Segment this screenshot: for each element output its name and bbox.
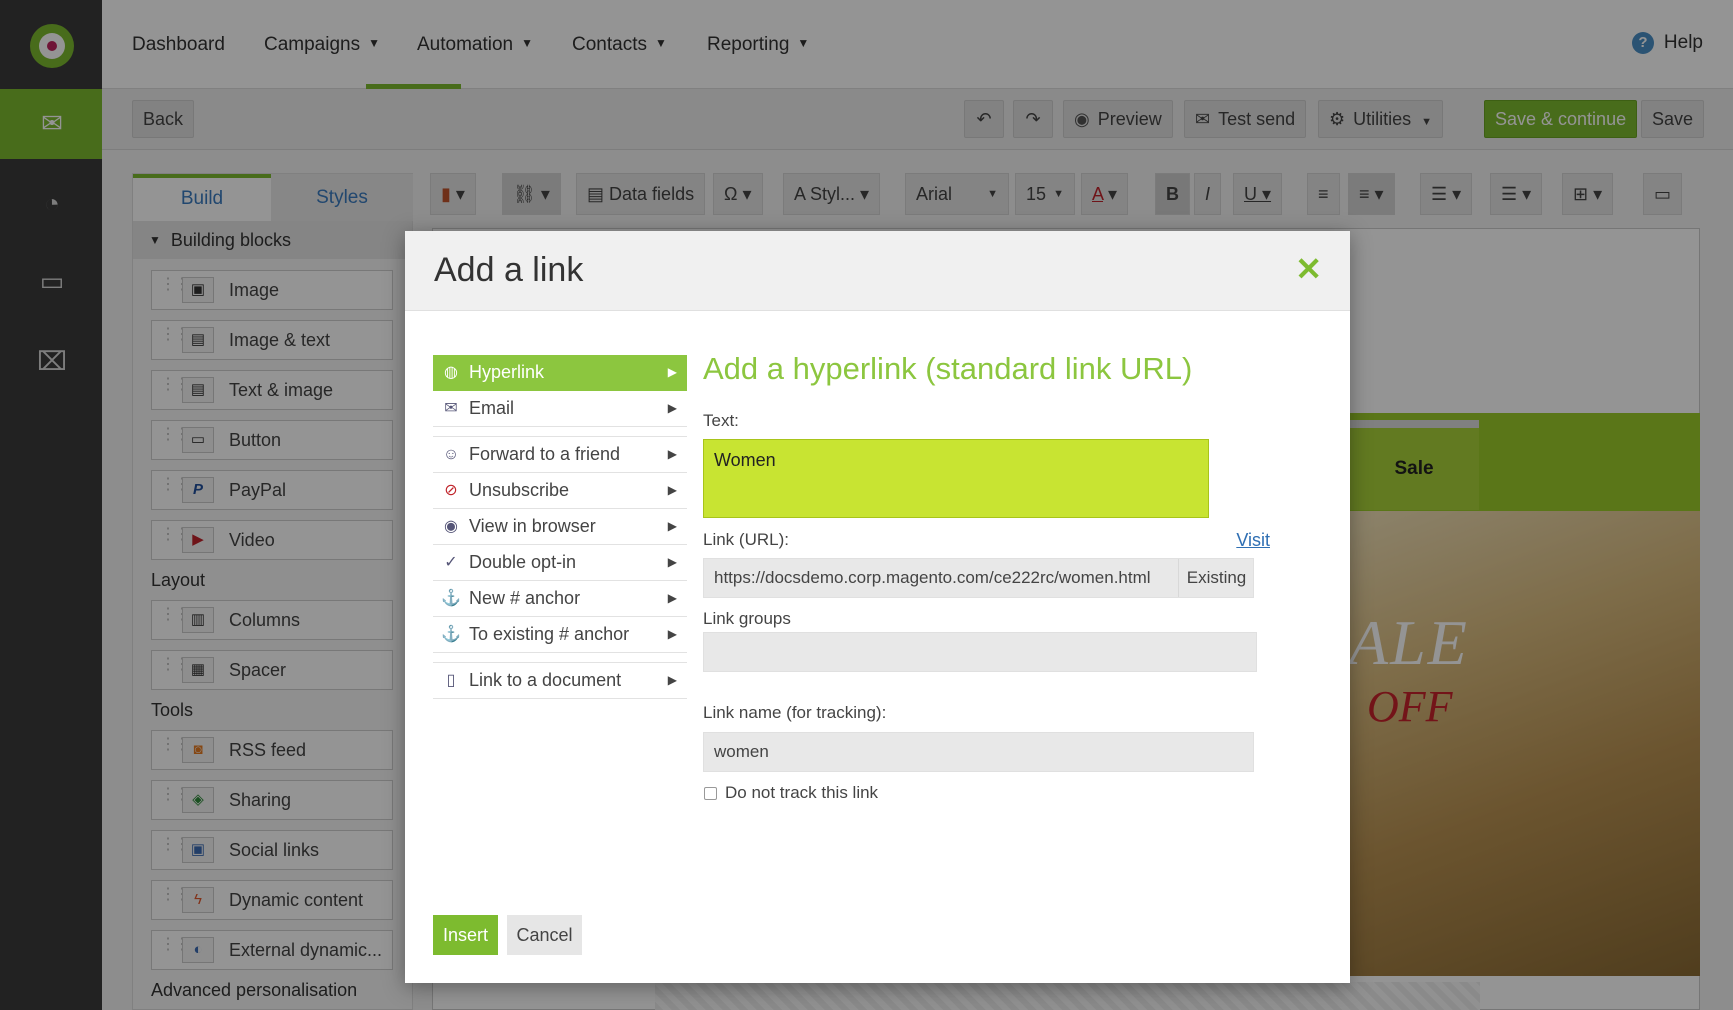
email-icon: ✉	[444, 400, 458, 417]
link-name-input[interactable]: women	[703, 732, 1254, 772]
link-text-input[interactable]: Women	[703, 439, 1209, 518]
person-forward-icon: ☺	[442, 446, 460, 463]
arrow-right-icon: ▶	[667, 483, 677, 497]
double-opt-in-icon: ✓	[444, 554, 458, 571]
do-not-track-label: Do not track this link	[725, 783, 879, 802]
do-not-track-checkbox[interactable]	[704, 787, 717, 800]
globe-icon: ◍	[444, 364, 458, 381]
arrow-right-icon: ▶	[667, 519, 677, 533]
dialog-title: Add a link	[434, 251, 584, 289]
document-icon: ▯	[446, 672, 456, 689]
arrow-right-icon: ▶	[667, 555, 677, 569]
link-name-label: Link name (for tracking):	[703, 703, 887, 722]
arrow-right-icon: ▶	[667, 627, 677, 641]
arrow-right-icon: ▶	[667, 365, 677, 379]
unsubscribe-icon: ⊘	[444, 482, 458, 499]
anchor-link-icon: ⚓	[441, 626, 461, 643]
text-label: Text:	[703, 411, 739, 430]
arrow-right-icon: ▶	[667, 673, 677, 687]
url-input[interactable]: https://docsdemo.corp.magento.com/ce222r…	[703, 558, 1254, 598]
existing-button[interactable]: Existing	[1178, 559, 1253, 597]
menu-hyperlink[interactable]: ◍ Hyperlink ▶	[433, 355, 687, 391]
form-heading: Add a hyperlink (standard link URL)	[703, 351, 1193, 386]
anchor-icon: ⚓	[441, 590, 461, 607]
menu-existing-anchor[interactable]: ⚓ To existing # anchor ▶	[433, 617, 687, 653]
url-label: Link (URL):	[703, 530, 789, 549]
insert-button[interactable]: Insert	[433, 915, 498, 955]
menu-email[interactable]: ✉ Email ▶	[433, 391, 687, 427]
browser-eye-icon: ◉	[444, 518, 458, 535]
menu-forward-to-friend[interactable]: ☺ Forward to a friend ▶	[433, 437, 687, 473]
arrow-right-icon: ▶	[667, 447, 677, 461]
menu-view-in-browser[interactable]: ◉ View in browser ▶	[433, 509, 687, 545]
link-groups-input[interactable]	[703, 632, 1257, 672]
visit-link[interactable]: Visit	[1236, 530, 1270, 551]
menu-link-to-document[interactable]: ▯ Link to a document ▶	[433, 663, 687, 699]
menu-unsubscribe[interactable]: ⊘ Unsubscribe ▶	[433, 473, 687, 509]
arrow-right-icon: ▶	[667, 401, 677, 415]
menu-double-opt-in[interactable]: ✓ Double opt-in ▶	[433, 545, 687, 581]
link-groups-label: Link groups	[703, 609, 791, 628]
menu-divider	[433, 427, 687, 437]
dialog-header: Add a link ✕	[405, 231, 1350, 311]
cancel-button[interactable]: Cancel	[507, 915, 582, 955]
add-link-dialog: Add a link ✕ ◍ Hyperlink ▶ ✉ Email ▶ ☺ Forwar…	[405, 231, 1350, 983]
link-type-menu: ◍ Hyperlink ▶ ✉ Email ▶ ☺ Forward to a friend…	[433, 355, 687, 699]
url-value: https://docsdemo.corp.magento.com/ce222r…	[714, 568, 1151, 587]
arrow-right-icon: ▶	[667, 591, 677, 605]
close-icon[interactable]: ✕	[1295, 253, 1322, 285]
menu-divider	[433, 653, 687, 663]
menu-new-anchor[interactable]: ⚓ New # anchor ▶	[433, 581, 687, 617]
